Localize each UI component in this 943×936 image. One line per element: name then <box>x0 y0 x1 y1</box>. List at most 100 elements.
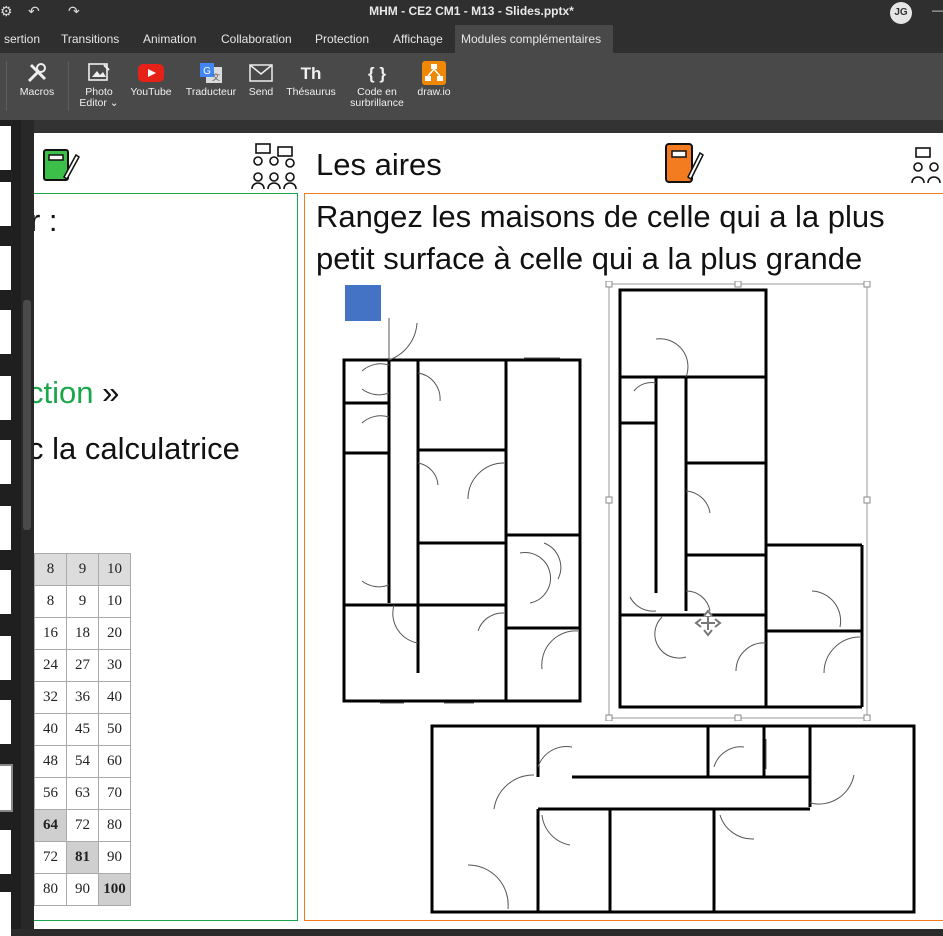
tab-affichage[interactable]: Affichage <box>385 25 451 53</box>
photo-editor-icon <box>74 59 124 87</box>
house-plan-3[interactable] <box>424 719 924 919</box>
slide-thumbnail[interactable] <box>0 376 11 420</box>
table-cell: 30 <box>98 649 131 682</box>
tab-animation[interactable]: Animation <box>135 25 204 53</box>
tab-modules-complementaires[interactable]: Modules complémentaires <box>455 25 613 53</box>
code-braces-icon: { } <box>368 63 386 83</box>
thesaurus-label: Thésaurus <box>286 86 336 98</box>
svg-text:文: 文 <box>212 72 220 82</box>
google-translate-icon: G文 <box>182 59 240 87</box>
table-row: 72 81 90 <box>34 841 131 874</box>
slide-thumbnail[interactable] <box>0 570 11 614</box>
code-surbrillance-button[interactable]: { } Code en surbrillance <box>346 59 408 109</box>
send-button[interactable]: Send <box>243 59 279 98</box>
table-cell: 40 <box>34 713 67 746</box>
slide-thumbnail[interactable] <box>0 506 11 550</box>
table-row: 64 72 80 <box>34 809 131 842</box>
table-cell: 56 <box>34 777 67 810</box>
slide-thumbnail[interactable] <box>0 182 11 226</box>
tab-protection[interactable]: Protection <box>307 25 377 53</box>
table-cell: 36 <box>66 681 99 714</box>
ribbon-toolbar: Macros Photo Editor ⌄ YouTube G文 Traduct… <box>0 53 943 120</box>
photo-editor-button[interactable]: Photo Editor ⌄ <box>74 59 124 109</box>
tab-collaboration[interactable]: Collaboration <box>213 25 300 53</box>
table-row: 56 63 70 <box>34 777 131 810</box>
youtube-label: YouTube <box>130 86 172 98</box>
table-cell: 10 <box>98 553 131 586</box>
group-work-icon-partial <box>911 147 941 184</box>
table-cell-highlighted: 100 <box>98 873 131 906</box>
slide-thumbnail[interactable] <box>0 830 11 874</box>
thumbnails-scrollbar[interactable] <box>21 120 34 929</box>
minimize-icon[interactable]: — <box>932 3 943 17</box>
tab-insertion[interactable]: sertion <box>0 25 48 53</box>
left-text-line1: r : <box>34 203 58 238</box>
title-bar: ⚙ ↶ ↷ MHM - CE2 CM1 - M13 - Slides.pptx*… <box>0 0 943 25</box>
slide-thumbnail[interactable] <box>0 892 11 936</box>
slide-thumbnail[interactable] <box>0 310 11 354</box>
house-plan-2-selected[interactable] <box>604 281 910 721</box>
table-row: 80 90 100 <box>34 873 131 906</box>
instruction-line1: Rangez les maisons de celle qui a la plu… <box>316 199 885 234</box>
table-cell: 45 <box>66 713 99 746</box>
table-row: 8 9 10 <box>34 553 131 586</box>
table-cell: 9 <box>66 585 99 618</box>
table-cell: 60 <box>98 745 131 778</box>
table-cell: 16 <box>34 617 67 650</box>
left-text-line3: c la calculatrice <box>34 431 240 466</box>
table-row: 48 54 60 <box>34 745 131 778</box>
ribbon-tabs: sertion Transitions Animation Collaborat… <box>0 25 943 53</box>
table-cell: 80 <box>34 873 67 906</box>
green-notebook-icon <box>43 149 80 181</box>
table-cell-highlighted: 64 <box>34 809 67 842</box>
youtube-button[interactable]: YouTube <box>127 59 175 98</box>
table-cell: 90 <box>66 873 99 906</box>
traducteur-button[interactable]: G文 Traducteur <box>182 59 240 98</box>
table-cell: 54 <box>66 745 99 778</box>
table-row: 40 45 50 <box>34 713 131 746</box>
photo-editor-label-2: Editor ⌄ <box>79 97 119 109</box>
multiplication-table: 8 9 10 8 9 10 16 18 20 24 27 30 32 36 40 40 45 50 48… <box>34 553 131 906</box>
group-work-icon <box>251 143 297 189</box>
table-cell: 9 <box>66 553 99 586</box>
orange-notebook-icon <box>665 143 704 183</box>
slide[interactable]: Les aires r : ction » c la calculatrice … <box>34 133 943 929</box>
tab-transitions[interactable]: Transitions <box>53 25 127 53</box>
drawio-icon <box>413 59 455 87</box>
slide-thumbnail[interactable] <box>0 700 11 744</box>
document-title: MHM - CE2 CM1 - M13 - Slides.pptx* <box>369 4 574 18</box>
table-cell: 18 <box>66 617 99 650</box>
thesaurus-button[interactable]: Th Thésaurus <box>282 59 340 98</box>
drawio-label: draw.io <box>417 86 451 98</box>
svg-text:G: G <box>203 66 211 77</box>
table-row: 16 18 20 <box>34 617 131 650</box>
slide-thumbnail[interactable] <box>0 126 11 170</box>
table-row: 24 27 30 <box>34 649 131 682</box>
macros-label: Macros <box>19 86 55 98</box>
table-cell: 63 <box>66 777 99 810</box>
slide-thumbnail[interactable] <box>0 440 11 484</box>
table-cell: 8 <box>34 585 67 618</box>
table-cell: 80 <box>98 809 131 842</box>
slide-thumbnail-selected[interactable] <box>0 764 13 812</box>
slide-thumbnail[interactable] <box>0 246 11 290</box>
ribbon-separator <box>68 61 69 111</box>
table-cell: 32 <box>34 681 67 714</box>
table-cell: 27 <box>66 649 99 682</box>
slide-thumbnail[interactable] <box>0 636 11 680</box>
scrollbar-thumb[interactable] <box>23 300 31 530</box>
table-cell: 20 <box>98 617 131 650</box>
table-cell-highlighted: 81 <box>66 841 99 874</box>
left-text-line2: ction » <box>34 375 119 411</box>
house-plan-1[interactable] <box>334 313 589 709</box>
drawio-button[interactable]: draw.io <box>413 59 455 98</box>
left-text-quote: » <box>93 375 120 410</box>
send-label: Send <box>248 86 274 98</box>
instruction-line2: petit surface à celle qui a la plus gran… <box>316 241 863 276</box>
macros-button[interactable]: Macros <box>14 59 60 98</box>
table-cell: 72 <box>66 809 99 842</box>
envelope-icon <box>243 59 279 87</box>
table-cell: 70 <box>98 777 131 810</box>
user-avatar[interactable]: JG <box>890 2 912 24</box>
macros-tools-icon <box>14 59 60 87</box>
